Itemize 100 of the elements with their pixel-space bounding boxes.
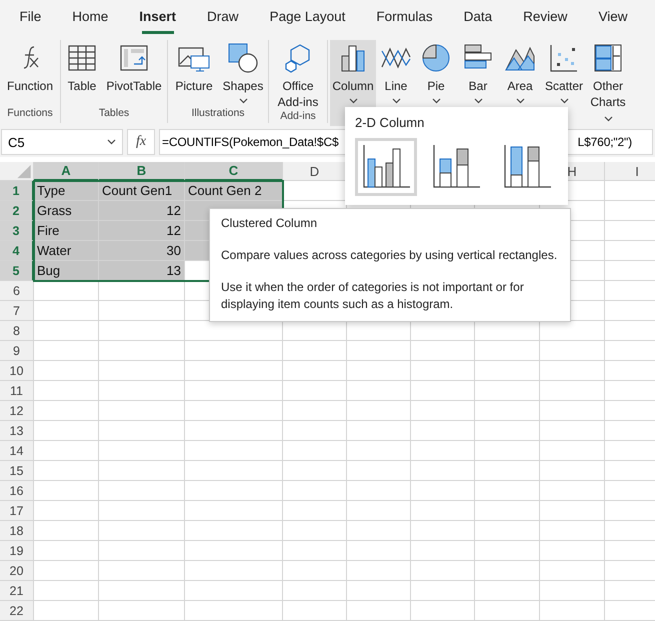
ribbon-button[interactable]: Area [500,40,540,126]
table-cell [411,521,475,541]
table-cell [475,381,540,401]
row-header[interactable]: 17 [0,501,34,521]
row-header[interactable]: 8 [0,321,34,341]
ribbon-button[interactable]: PivotTable [103,40,165,107]
ribbon-button[interactable]: Office Add-ins [271,40,325,110]
table-cell [540,501,605,521]
table-cell [34,441,99,461]
row-header[interactable]: 2 [0,201,34,221]
row-header[interactable]: 20 [0,561,34,581]
ribbon-tab[interactable]: Formulas [360,0,448,34]
ribbon-tab[interactable]: Review [508,0,583,34]
ribbon-button[interactable]: Function [2,40,58,107]
row-header[interactable]: 19 [0,541,34,561]
table-cell: Count Gen1 [99,181,185,201]
table-cell [34,401,99,421]
row-header[interactable]: 6 [0,281,34,301]
table-cell [34,301,99,321]
table-cell [475,481,540,501]
table-cell [347,421,411,441]
chart-type-option[interactable] [355,138,418,196]
group-label: Add-ins [280,110,316,123]
table-cell [34,321,99,341]
table-cell [283,401,347,421]
table-cell [475,341,540,361]
ribbon-button[interactable]: Shapes [220,40,266,107]
row-header[interactable]: 11 [0,381,34,401]
tooltip-title: Clustered Column [221,215,318,232]
table-cell [34,361,99,381]
row-header[interactable]: 21 [0,581,34,601]
row-header[interactable]: 15 [0,461,34,481]
row-header[interactable]: 9 [0,341,34,361]
column-header[interactable]: I [605,162,655,181]
column-header[interactable]: D [283,162,347,181]
row-header[interactable]: 14 [0,441,34,461]
row-header[interactable]: 4 [0,241,34,261]
table-cell [283,481,347,501]
ribbon-button[interactable]: Table [63,40,101,107]
group-label: Illustrations [191,107,245,121]
ribbon-tab[interactable]: File [4,0,57,34]
ribbon-tab[interactable]: Draw [192,0,254,34]
ribbon-tab[interactable]: Page Layout [254,0,361,34]
table-cell [283,541,347,561]
name-box[interactable]: C5 [1,129,123,155]
table-cell [34,601,99,621]
ribbon-tab[interactable]: Data [448,0,508,34]
column-header[interactable]: C [185,162,283,181]
table-cell [540,441,605,461]
table-cell [347,541,411,561]
row-header[interactable]: 10 [0,361,34,381]
table-cell: Water [34,241,99,261]
tooltip-text: Use it when the order of categories is not important or for displaying item counts such as a histogram. [221,279,525,313]
table-cell [540,481,605,501]
ribbon-tab[interactable]: View [582,0,643,34]
table-cell [283,341,347,361]
row-header[interactable]: 16 [0,481,34,501]
table-cell [347,461,411,481]
column-header[interactable]: A [34,162,99,181]
row-header[interactable]: 12 [0,401,34,421]
table-cell [411,361,475,381]
row-header[interactable]: 5 [0,261,34,281]
group-label: Tables [98,107,130,121]
table-cell [411,601,475,621]
table-cell [540,421,605,441]
table-cell [411,581,475,601]
ribbon-tab[interactable]: Insert [124,0,192,34]
table-cell [475,441,540,461]
insert-function-button[interactable]: fx [127,129,155,155]
table-cell [540,601,605,621]
table-cell [540,401,605,421]
row-header[interactable]: 13 [0,421,34,441]
column-header[interactable]: B [99,162,185,181]
table-cell [283,461,347,481]
ribbon-tab[interactable]: Home [56,0,124,34]
row-header[interactable]: 22 [0,601,34,621]
table-cell [475,421,540,441]
ribbon-button[interactable]: Picture [170,40,218,107]
ribbon-button[interactable]: Bar [458,40,498,126]
table-cell [283,521,347,541]
table-cell [283,381,347,401]
row-header[interactable]: 7 [0,301,34,321]
table-cell [540,581,605,601]
table-cell: 13 [99,261,185,281]
table-cell [283,441,347,461]
ribbon-button[interactable]: Scatter [542,40,586,126]
other-charts-icon [592,42,624,74]
table-cell [540,561,605,581]
row-header[interactable]: 1 [0,181,34,201]
table-cell [411,341,475,361]
table-cell [475,361,540,381]
table-cell [347,521,411,541]
row-header[interactable]: 3 [0,221,34,241]
table-cell [283,501,347,521]
ribbon-button[interactable]: Other Charts [588,40,628,126]
table-cell [34,521,99,541]
row-header[interactable]: 18 [0,521,34,541]
table-cell [347,361,411,381]
table-cell [34,381,99,401]
table-cell [475,581,540,601]
